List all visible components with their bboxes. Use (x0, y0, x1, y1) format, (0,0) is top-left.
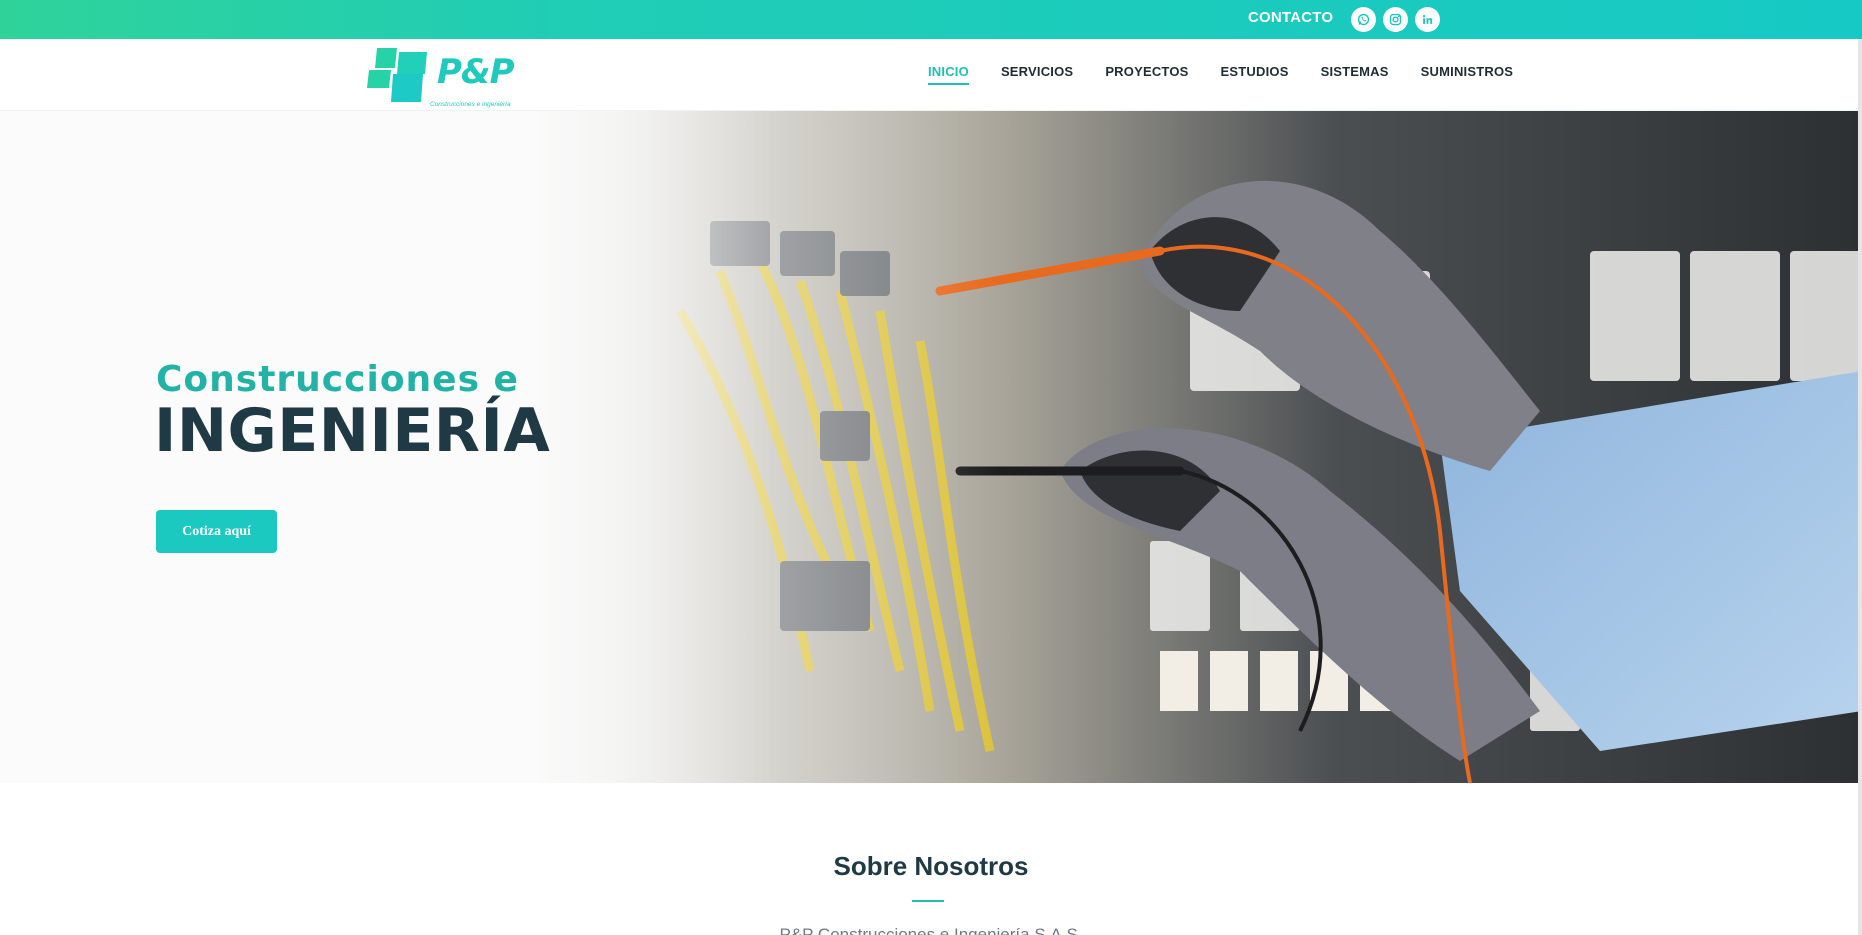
logo-mark-icon (367, 48, 427, 102)
hero-title: INGENIERÍA (154, 396, 551, 466)
logo-tagline: Construcciones e ingeniería (430, 101, 511, 108)
nav-item-servicios[interactable]: SERVICIOS (1001, 64, 1073, 85)
nav-item-inicio[interactable]: INICIO (928, 64, 969, 85)
nav-item-proyectos[interactable]: PROYECTOS (1105, 64, 1188, 85)
nav-item-suministros[interactable]: SUMINISTROS (1421, 64, 1513, 85)
about-text: P&P Construcciones e Ingeniería S.A.S. (779, 925, 1083, 935)
hero-section: Construcciones e INGENIERÍA Cotiza aquí (0, 111, 1862, 783)
linkedin-icon[interactable] (1415, 7, 1440, 32)
main-nav: INICIO SERVICIOS PROYECTOS ESTUDIOS SIST… (928, 64, 1545, 85)
page-scrollbar[interactable] (1858, 39, 1862, 935)
nav-item-estudios[interactable]: ESTUDIOS (1221, 64, 1289, 85)
about-divider (912, 900, 944, 902)
hero-subtitle: Construcciones e (156, 359, 519, 400)
nav-item-sistemas[interactable]: SISTEMAS (1321, 64, 1389, 85)
instagram-icon[interactable] (1383, 7, 1408, 32)
quote-button[interactable]: Cotiza aquí (156, 510, 277, 553)
contact-link[interactable]: CONTACTO (1248, 9, 1333, 26)
whatsapp-icon[interactable] (1351, 7, 1376, 32)
site-header: P&P Construcciones e ingeniería INICIO S… (0, 39, 1862, 111)
logo-brand: P&P (437, 52, 514, 92)
top-bar: CONTACTO (0, 0, 1862, 39)
about-heading: Sobre Nosotros (833, 851, 1029, 881)
logo[interactable]: P&P Construcciones e ingeniería (367, 46, 517, 108)
